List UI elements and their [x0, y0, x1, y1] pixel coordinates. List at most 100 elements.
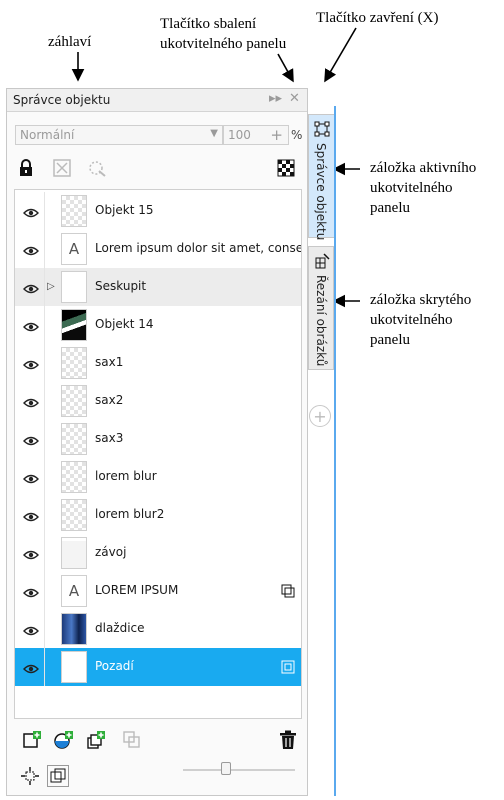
row-divider: [44, 230, 45, 268]
expand-group-icon[interactable]: ▷: [47, 281, 55, 292]
annotation-active-tab-2: ukotvitelného: [370, 180, 453, 196]
thumbnail-size-icon[interactable]: [47, 765, 69, 787]
layer-row[interactable]: Objekt 14: [15, 306, 301, 344]
layer-name: závoj: [95, 545, 127, 559]
layer-thumbnail: [61, 537, 87, 569]
eye-icon[interactable]: [23, 470, 39, 484]
eye-icon[interactable]: [23, 204, 39, 218]
layer-name: Objekt 15: [95, 203, 154, 217]
combine-icon[interactable]: [121, 729, 143, 751]
lock-icon[interactable]: [15, 157, 37, 179]
magic-select-icon[interactable]: [87, 157, 109, 179]
lock-bg-icon[interactable]: [281, 659, 295, 674]
annotation-hidden-tab-2: ukotvitelného: [370, 312, 453, 328]
move-icon[interactable]: [19, 765, 41, 787]
annotation-collapse-line1: Tlačítko sbalení: [160, 16, 257, 32]
layer-thumbnail: [61, 271, 87, 303]
layer-name: sax3: [95, 431, 124, 445]
layer-row[interactable]: sax1: [15, 344, 301, 382]
layer-thumbnail: [61, 499, 87, 531]
row-divider: [44, 192, 45, 230]
layer-thumbnail: A: [61, 233, 87, 265]
clip-icon[interactable]: [281, 583, 295, 598]
layer-list[interactable]: Objekt 15 A Lorem ipsum dolor sit amet, co…: [14, 189, 302, 719]
layer-row[interactable]: A LOREM IPSUM: [15, 572, 301, 610]
layer-name: Objekt 14: [95, 317, 154, 331]
eye-icon[interactable]: [23, 432, 39, 446]
thumbnail-slider-track[interactable]: [183, 769, 295, 771]
row-divider: [44, 572, 45, 610]
mask-icon[interactable]: [51, 157, 73, 179]
row-divider: [44, 458, 45, 496]
layer-row[interactable]: závoj: [15, 534, 301, 572]
docker-tab-strip: Správce objektu Řezání obrázků +: [308, 106, 334, 796]
trash-icon[interactable]: [277, 729, 299, 751]
layer-thumbnail: [61, 385, 87, 417]
tab-image-slicing[interactable]: Řezání obrázků: [308, 246, 334, 370]
row-divider: [44, 420, 45, 458]
annotation-header: záhlaví: [48, 34, 92, 50]
row-divider: [44, 344, 45, 382]
layer-row[interactable]: lorem blur: [15, 458, 301, 496]
eye-icon[interactable]: [23, 622, 39, 636]
new-lens-icon[interactable]: [53, 729, 75, 751]
row-divider: [44, 610, 45, 648]
row-divider: [44, 496, 45, 534]
chevron-down-icon: ▼: [210, 128, 218, 139]
layer-row[interactable]: Pozadí: [15, 648, 301, 686]
layer-name: sax1: [95, 355, 124, 369]
opacity-value: 100: [228, 128, 251, 142]
row-divider: [44, 534, 45, 572]
tab-image-slicing-label: Řezání obrázků: [314, 275, 328, 367]
eye-icon[interactable]: [23, 584, 39, 598]
layer-row[interactable]: dlaždice: [15, 610, 301, 648]
layer-row[interactable]: sax2: [15, 382, 301, 420]
layer-row[interactable]: Objekt 15: [15, 192, 301, 230]
layer-name: Pozadí: [95, 659, 134, 673]
annotation-hidden-tab-3: panelu: [370, 332, 410, 348]
row-divider: [44, 268, 45, 306]
blend-mode-select[interactable]: Normální ▼: [15, 125, 223, 145]
opacity-unit: %: [291, 128, 303, 142]
docker-header[interactable]: Správce objektu ▸▸ ✕: [7, 89, 307, 112]
layer-row[interactable]: A Lorem ipsum dolor sit amet, consecte...: [15, 230, 301, 268]
eye-icon[interactable]: [23, 242, 39, 256]
collapse-docker-button[interactable]: ▸▸: [269, 91, 282, 106]
layer-name: LOREM IPSUM: [95, 583, 179, 597]
object-manager-tab-icon: [314, 121, 330, 137]
annotation-active-tab-3: panelu: [370, 200, 410, 216]
opacity-field[interactable]: 100 +: [223, 125, 289, 145]
opacity-plus-icon[interactable]: +: [270, 126, 283, 144]
annotation-hidden-tab-1: záložka skrytého: [370, 292, 472, 308]
eye-icon[interactable]: [23, 660, 39, 674]
annotation-active-tab-1: záložka aktivního: [370, 160, 477, 176]
eye-icon[interactable]: [23, 318, 39, 332]
layer-thumbnail: [61, 309, 87, 341]
close-docker-button[interactable]: ✕: [289, 91, 300, 106]
layer-name: Seskupit: [95, 279, 147, 293]
eye-icon[interactable]: [23, 280, 39, 294]
image-slicing-tab-icon: [315, 253, 330, 269]
new-mask-icon[interactable]: [85, 729, 107, 751]
eye-icon[interactable]: [23, 356, 39, 370]
layer-thumbnail: [61, 651, 87, 683]
eye-icon[interactable]: [23, 508, 39, 522]
add-tab-icon[interactable]: +: [309, 405, 331, 427]
tab-object-manager[interactable]: Správce objektu: [308, 114, 334, 241]
eye-icon[interactable]: [23, 394, 39, 408]
tab-object-manager-label: Správce objektu: [314, 143, 328, 241]
thumbnail-slider-thumb[interactable]: [221, 762, 231, 775]
layer-row[interactable]: sax3: [15, 420, 301, 458]
blend-mode-value: Normální: [20, 128, 75, 142]
object-manager-docker: Správce objektu ▸▸ ✕ Normální ▼ 100 + % …: [6, 88, 308, 796]
docker-accent-line: [334, 106, 336, 796]
layer-thumbnail: [61, 423, 87, 455]
new-object-icon[interactable]: [21, 729, 43, 751]
layer-name: sax2: [95, 393, 124, 407]
layer-name: dlaždice: [95, 621, 145, 635]
layer-thumbnail: A: [61, 575, 87, 607]
eye-icon[interactable]: [23, 546, 39, 560]
layer-row[interactable]: ▷ Seskupit: [15, 268, 301, 306]
layer-row[interactable]: lorem blur2: [15, 496, 301, 534]
checker-lens-icon[interactable]: [275, 157, 297, 179]
